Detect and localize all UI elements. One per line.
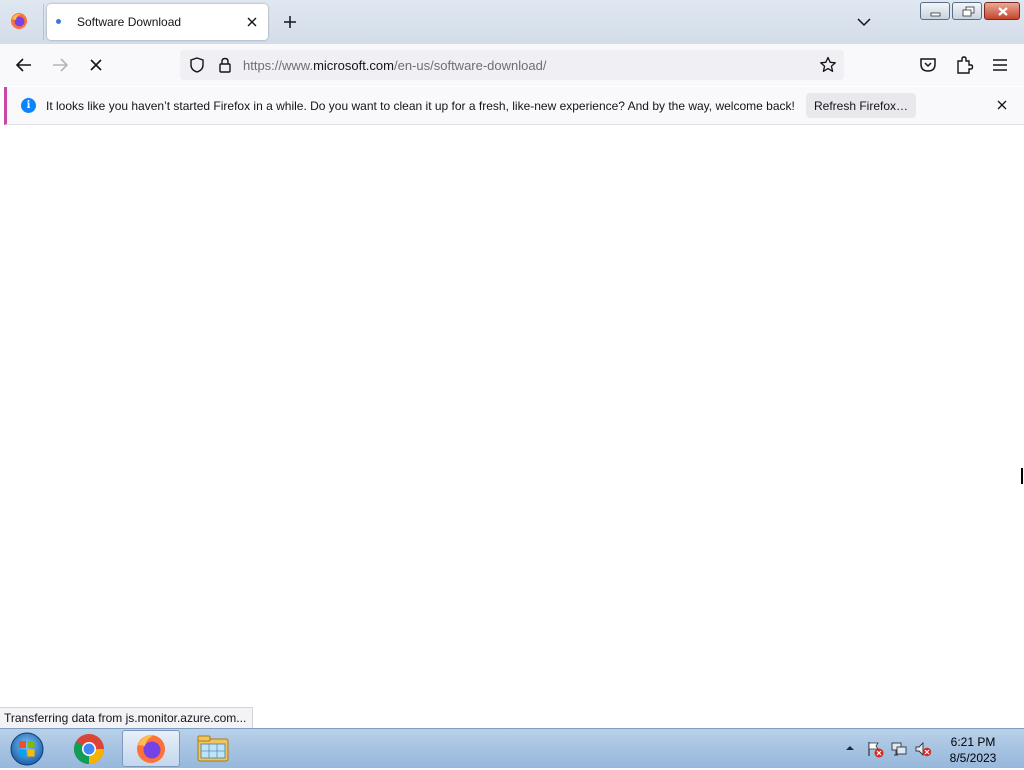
url-path: /en-us/software-download/ [393, 58, 547, 73]
tracking-protection-shield-icon[interactable] [188, 56, 206, 74]
start-button[interactable] [6, 731, 48, 767]
firefox-icon [137, 734, 165, 763]
close-window-button[interactable] [984, 2, 1020, 20]
tab-loading-icon [56, 19, 61, 24]
close-notification-icon[interactable] [994, 97, 1010, 113]
taskbar-chrome[interactable] [60, 730, 118, 767]
close-tab-icon[interactable] [242, 12, 262, 32]
hamburger-menu-icon[interactable] [988, 53, 1012, 77]
show-hidden-icons-chevron-icon[interactable] [845, 743, 855, 753]
back-button[interactable] [12, 53, 36, 77]
url-bar[interactable]: https://www.microsoft.com/en-us/software… [180, 50, 844, 80]
minimize-icon [930, 12, 941, 17]
tab-separator [43, 4, 44, 40]
window-caption-buttons [918, 2, 1020, 20]
restore-button[interactable] [952, 2, 982, 20]
network-icon[interactable] [890, 740, 908, 758]
taskbar-file-explorer[interactable] [184, 730, 242, 767]
stop-loading-button[interactable] [84, 53, 108, 77]
clock-time: 6:21 PM [950, 735, 996, 749]
firefox-menu-icon[interactable] [10, 12, 28, 30]
url-domain: microsoft.com [313, 58, 394, 73]
text-cursor [1021, 468, 1023, 484]
new-tab-button[interactable] [280, 12, 300, 32]
tab-title: Software Download [77, 15, 182, 29]
refresh-firefox-button[interactable]: Refresh Firefox… [806, 93, 916, 118]
action-center-flag-icon[interactable] [866, 740, 884, 758]
tab-software-download[interactable]: Software Download [47, 4, 268, 40]
list-all-tabs-chevron-icon[interactable] [854, 12, 874, 32]
close-icon [998, 7, 1008, 16]
lock-icon[interactable] [216, 56, 234, 74]
forward-button[interactable] [48, 53, 72, 77]
notification-message: It looks like you haven’t started Firefo… [46, 99, 795, 113]
refresh-firefox-notification: i It looks like you haven’t started Fire… [4, 87, 1024, 125]
volume-muted-icon[interactable] [914, 740, 932, 758]
navigation-toolbar: https://www.microsoft.com/en-us/software… [0, 44, 1024, 86]
pocket-icon[interactable] [916, 53, 940, 77]
chrome-icon [73, 734, 105, 764]
extensions-puzzle-icon[interactable] [952, 53, 976, 77]
restore-icon [962, 6, 975, 17]
url-text[interactable]: https://www.microsoft.com/en-us/software… [243, 58, 546, 73]
taskbar-clock[interactable]: 6:21 PM 8/5/2023 [940, 734, 1006, 766]
bookmark-star-icon[interactable] [818, 55, 838, 75]
minimize-button[interactable] [920, 2, 950, 20]
page-content[interactable] [0, 128, 1024, 728]
taskbar-firefox[interactable] [122, 730, 180, 767]
status-panel: Transferring data from js.monitor.azure.… [0, 707, 254, 728]
clock-date: 8/5/2023 [949, 751, 997, 765]
file-explorer-icon [197, 735, 229, 762]
taskbar: 6:21 PM 8/5/2023 [0, 728, 1024, 768]
url-prefix: https://www. [243, 58, 314, 73]
tab-bar: Software Download [0, 0, 1024, 44]
info-icon: i [21, 98, 36, 113]
